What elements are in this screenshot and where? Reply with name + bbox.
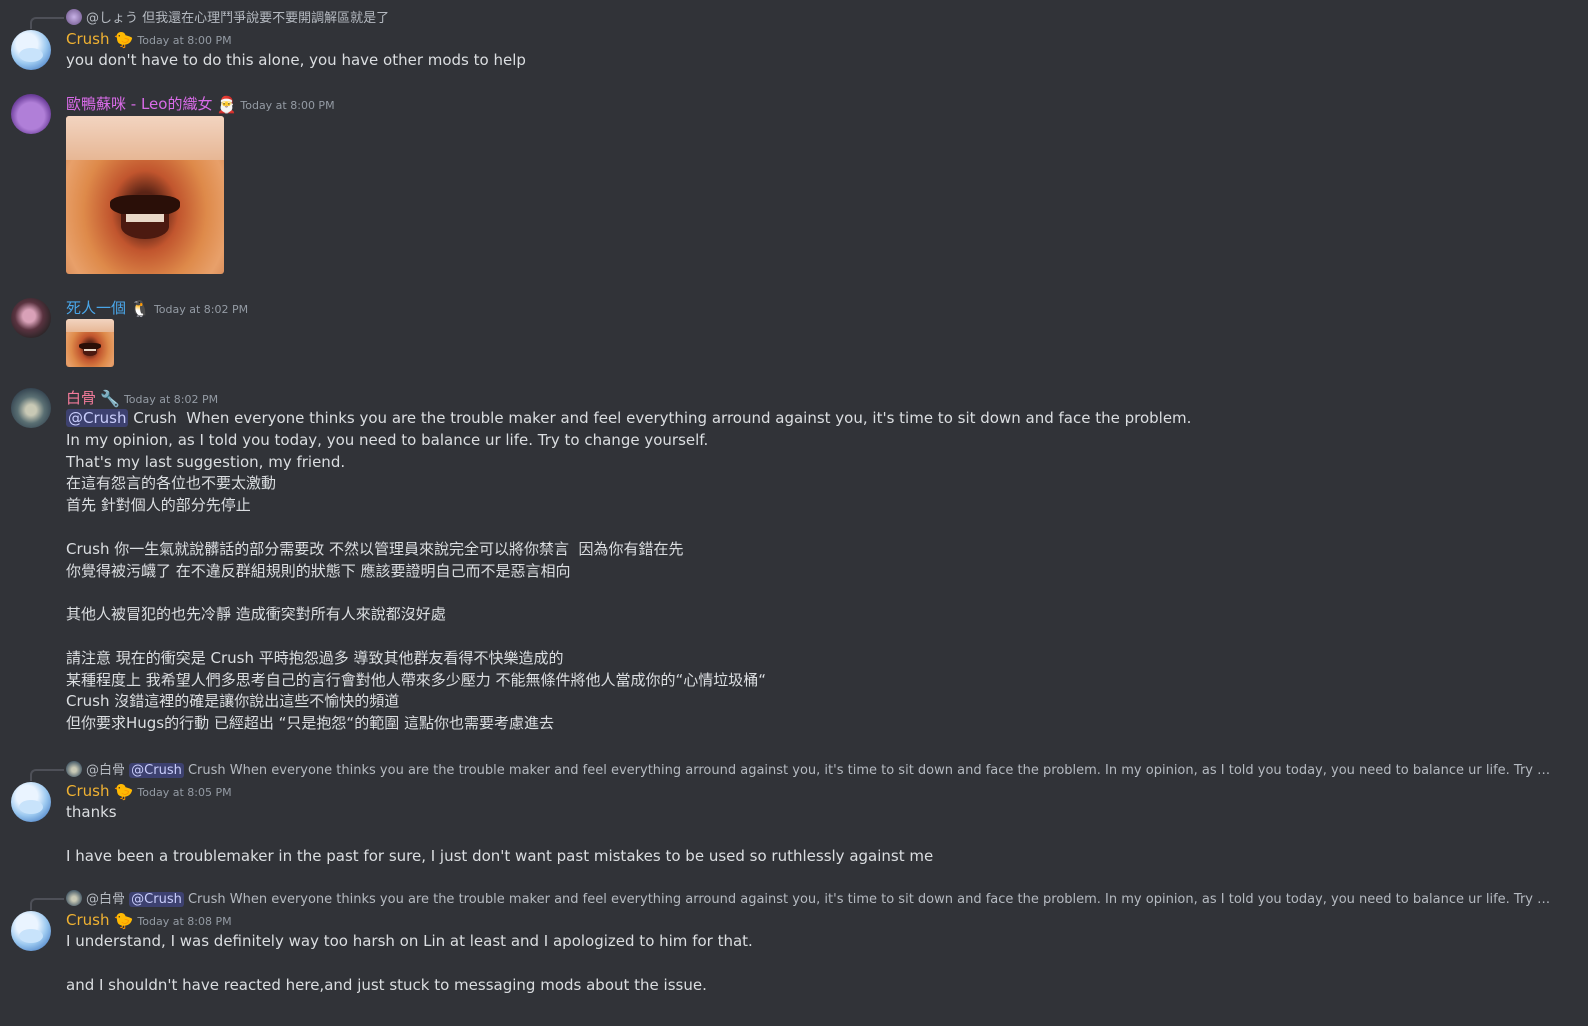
message-line: I understand, I was definitely way too h… xyxy=(66,932,753,950)
timestamp[interactable]: Today at 8:08 PM xyxy=(137,915,231,928)
message-line: 請注意 現在的衝突是 Crush 平時抱怨過多 導致其他群友看得不快樂造成的 xyxy=(66,648,564,667)
role-icon: 🐤 xyxy=(113,782,134,801)
reply-avatar xyxy=(66,890,82,906)
role-icon: 🎅 xyxy=(216,95,237,114)
message-line: and I shouldn't have reacted here,and ju… xyxy=(66,975,707,994)
message-text: you don't have to do this alone, you hav… xyxy=(66,51,526,69)
meme-image-small[interactable] xyxy=(66,319,114,367)
username[interactable]: 白骨 xyxy=(66,389,96,407)
reply-connector xyxy=(30,898,64,910)
message-line: 你覺得被污衊了 在不違反群組規則的狀態下 應該要證明自己而不是惡言相向 xyxy=(66,561,571,580)
role-icon: 🐤 xyxy=(113,911,134,930)
reply-text: 但我還在心理鬥爭說要不要開調解區就是了 xyxy=(142,11,390,26)
message-line: 首先 針對個人的部分先停止 xyxy=(66,496,251,515)
username[interactable]: Crush xyxy=(66,782,109,800)
message-header: Crush 🐤 Today at 8:08 PM xyxy=(66,911,232,930)
message-line: In my opinion, as I told you today, you … xyxy=(66,430,709,449)
chat-message-list: @しょう 但我還在心理鬥爭說要不要開調解區就是了 Crush 🐤 Today at … xyxy=(0,0,1588,1026)
avatar-crush[interactable] xyxy=(11,911,51,951)
message-line: thanks xyxy=(66,803,117,821)
reply-author[interactable]: @白骨 xyxy=(86,892,125,907)
message-line: 但你要求Hugs的行動 已經超出 “只是抱怨“的範圍 這點你也需要考慮進去 xyxy=(66,714,554,733)
reply-preview[interactable]: @白骨 @Crush Crush When everyone thinks yo… xyxy=(66,888,1552,907)
message-line: 在這有怨言的各位也不要太激動 xyxy=(66,474,277,493)
message-line: Crush 你一生氣就說髒話的部分需要改 不然以管理員來說完全可以將你禁言 因為… xyxy=(66,539,684,558)
message-text: thanks I have been a troublemaker in the… xyxy=(66,802,933,867)
timestamp[interactable]: Today at 8:00 PM xyxy=(137,34,231,47)
reply-avatar xyxy=(66,9,82,25)
reply-connector xyxy=(30,769,64,781)
message-header: 歐鴨蘇咪 - Leo的織女 🎅 Today at 8:00 PM xyxy=(66,93,335,114)
reply-connector xyxy=(30,17,64,29)
timestamp[interactable]: Today at 8:02 PM xyxy=(154,303,248,316)
timestamp[interactable]: Today at 8:02 PM xyxy=(124,393,218,406)
username[interactable]: Crush xyxy=(66,911,109,929)
message-header: 死人一個 🐧 Today at 8:02 PM xyxy=(66,297,248,318)
timestamp[interactable]: Today at 8:00 PM xyxy=(240,99,334,112)
message-header: Crush 🐤 Today at 8:00 PM xyxy=(66,30,232,49)
avatar-ou[interactable] xyxy=(11,94,51,134)
message-text: I understand, I was definitely way too h… xyxy=(66,931,753,996)
avatar-shi[interactable] xyxy=(11,298,51,338)
message-header: Crush 🐤 Today at 8:05 PM xyxy=(66,782,232,801)
user-mention[interactable]: @Crush xyxy=(129,892,184,907)
reply-preview[interactable]: @しょう 但我還在心理鬥爭說要不要開調解區就是了 xyxy=(66,7,1552,26)
timestamp[interactable]: Today at 8:05 PM xyxy=(137,786,231,799)
avatar-crush[interactable] xyxy=(11,30,51,70)
avatar-crush[interactable] xyxy=(11,782,51,822)
message-line: I have been a troublemaker in the past f… xyxy=(66,846,934,865)
username[interactable]: Crush xyxy=(66,30,109,48)
message-line: Crush 沒錯這裡的確是讓你說出這些不愉快的頻道 xyxy=(66,692,400,711)
role-icon: 🐧 xyxy=(130,299,150,318)
username[interactable]: 歐鴨蘇咪 - Leo的織女 xyxy=(66,95,212,113)
message-line: That's my last suggestion, my friend. xyxy=(66,452,346,471)
reply-text: Crush When everyone thinks you are the t… xyxy=(187,892,1552,907)
meme-image[interactable] xyxy=(66,116,224,274)
reply-author[interactable]: @しょう xyxy=(86,11,138,26)
avatar-bai[interactable] xyxy=(11,388,51,428)
reply-text: Crush When everyone thinks you are the t… xyxy=(187,763,1552,778)
message-text: @Crush Crush When everyone thinks you ar… xyxy=(66,408,1191,735)
message-line: 某種程度上 我希望人們多思考自己的言行會對他人帶來多少壓力 不能無條件將他人當成… xyxy=(66,670,767,689)
role-icon: 🐤 xyxy=(113,30,134,49)
username[interactable]: 死人一個 xyxy=(66,299,126,317)
reply-preview[interactable]: @白骨 @Crush Crush When everyone thinks yo… xyxy=(66,759,1552,778)
user-mention[interactable]: @Crush xyxy=(129,763,184,778)
message-line: 其他人被冒犯的也先冷靜 造成衝突對所有人來說都沒好處 xyxy=(66,605,446,624)
message-header: 白骨 🔧 Today at 8:02 PM xyxy=(66,387,218,408)
user-mention[interactable]: @Crush xyxy=(66,409,129,427)
message-line: Crush When everyone thinks you are the t… xyxy=(133,409,1192,427)
reply-avatar xyxy=(66,761,82,777)
reply-author[interactable]: @白骨 xyxy=(86,763,125,778)
role-icon: 🔧 xyxy=(100,389,120,408)
